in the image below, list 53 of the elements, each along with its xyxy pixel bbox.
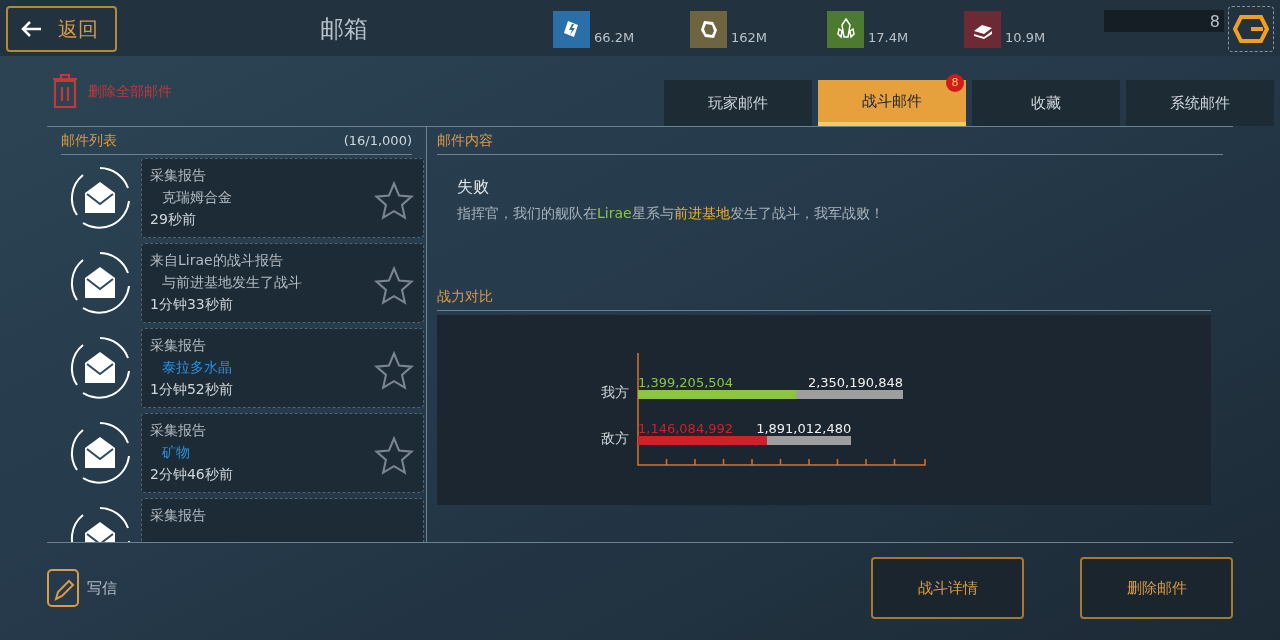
mail-item[interactable]: 采集报告 泰拉多水晶 1分钟52秒前 [141, 328, 424, 408]
star-icon[interactable] [373, 350, 415, 392]
mail-item[interactable]: 采集报告 矿物 2分钟46秒前 [141, 413, 424, 493]
trash-icon [50, 72, 80, 110]
counter-display: 8 [1104, 10, 1224, 32]
mail-subtitle: 与前进基地发生了战斗 [161, 273, 302, 292]
mail-count: (16/1,000) [343, 131, 412, 150]
resource-amount: 17.4M [868, 29, 910, 47]
mail-item[interactable]: 采集报告 克瑞姆合金 29秒前 [141, 158, 424, 238]
unread-badge: 8 [946, 74, 964, 92]
mail-subtitle: 泰拉多水晶 [161, 358, 232, 377]
mail-item[interactable]: 采集报告 [141, 498, 424, 542]
star-icon[interactable] [373, 180, 415, 222]
resource-amount: 10.9M [1005, 29, 1047, 47]
side-label: 我方 [601, 382, 629, 402]
page-title: 邮箱 [320, 14, 368, 45]
mail-title: 采集报告 [150, 421, 206, 440]
mail-title: 采集报告 [150, 506, 206, 525]
power-value: 1,146,084,992 [638, 419, 734, 438]
mail-item[interactable]: 来自Lirae的战斗报告 与前进基地发生了战斗 1分钟33秒前 [141, 243, 424, 323]
total-value: 2,350,190,848 [807, 373, 903, 392]
mail-subtitle: 克瑞姆合金 [161, 188, 232, 207]
back-button[interactable]: 返回 [6, 6, 117, 52]
mail-subtitle: 矿物 [161, 443, 190, 462]
mail-title: 采集报告 [150, 336, 206, 355]
action-button[interactable]: 删除邮件 [1080, 557, 1233, 619]
mail-title: 采集报告 [150, 166, 206, 185]
section-heading: 邮件列表 [61, 131, 117, 150]
battle-result: 失败 [457, 176, 490, 198]
resource-amount: 66.2M [594, 29, 636, 47]
section-heading: 邮件内容 [437, 131, 493, 150]
logo-icon-button[interactable] [1228, 6, 1274, 52]
mail-time: 1分钟33秒前 [150, 295, 233, 314]
resource-amount: 162M [731, 29, 769, 47]
total-value: 1,891,012,480 [756, 419, 852, 438]
write-mail-button[interactable]: 写信 [47, 569, 117, 607]
mail-tab[interactable]: 系统邮件 [1126, 80, 1274, 126]
logo-icon [1233, 15, 1269, 43]
mail-time: 29秒前 [150, 210, 196, 229]
star-icon[interactable] [373, 265, 415, 307]
action-button[interactable]: 战斗详情 [871, 557, 1024, 619]
mail-tab[interactable]: 收藏 [972, 80, 1120, 126]
pencil-icon [47, 569, 79, 607]
side-label: 敌方 [601, 428, 629, 448]
mail-title: 来自Lirae的战斗报告 [150, 251, 283, 270]
battle-message: 指挥官，我们的舰队在Lirae星系与前进基地发生了战斗，我军战败！ [457, 204, 885, 223]
star-icon[interactable] [373, 435, 415, 477]
back-arrow-icon [20, 20, 42, 38]
power-value: 1,399,205,504 [638, 373, 734, 392]
section-heading: 战力对比 [437, 287, 493, 306]
mail-time: 2分钟46秒前 [150, 465, 233, 484]
mail-time: 1分钟52秒前 [150, 380, 233, 399]
mail-tab[interactable]: 玩家邮件 [664, 80, 812, 126]
